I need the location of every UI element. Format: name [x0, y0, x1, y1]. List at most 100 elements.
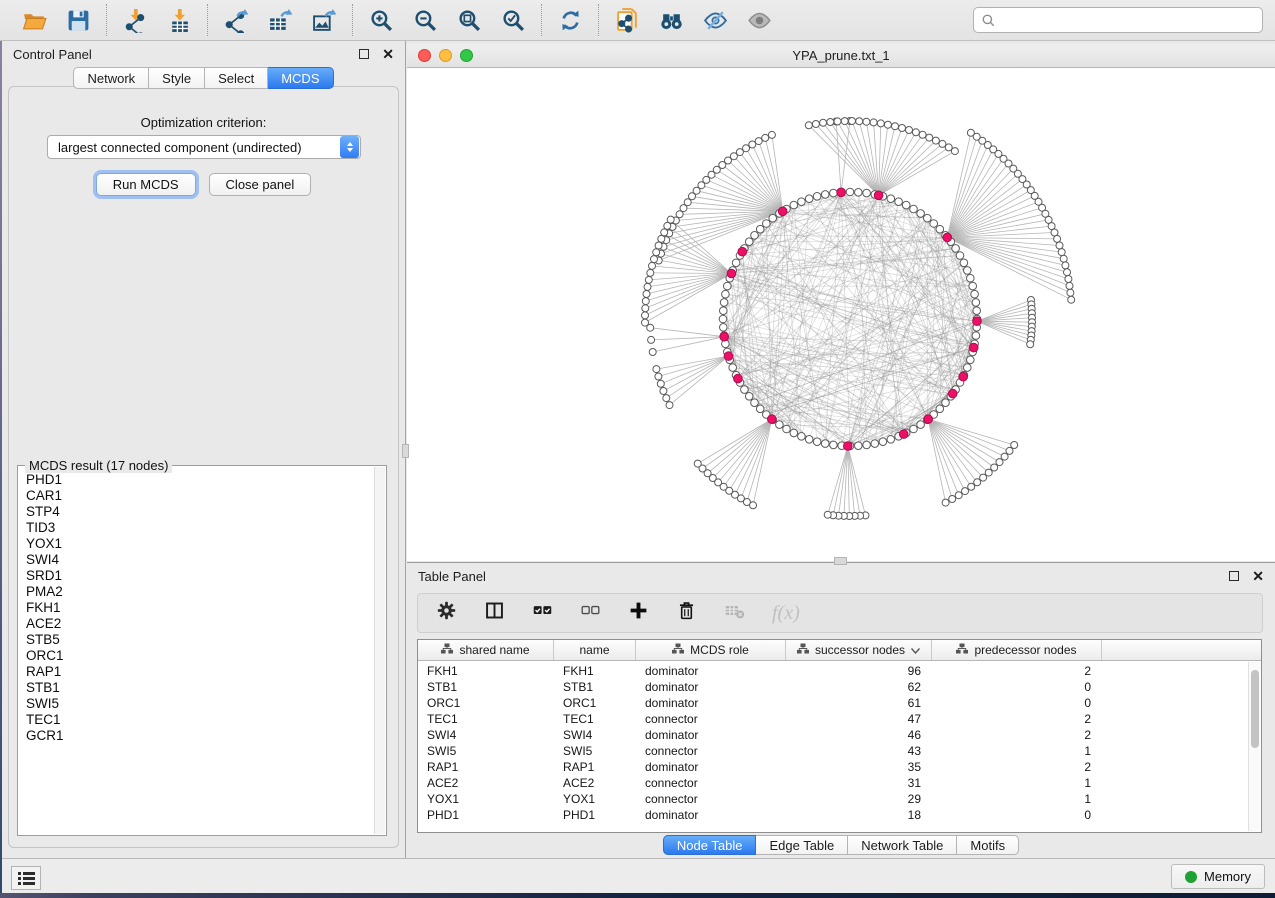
column-header-name[interactable]: name — [554, 640, 636, 660]
run-mcds-button[interactable]: Run MCDS — [96, 173, 196, 196]
table-row[interactable]: YOX1YOX1connector291 — [418, 791, 1261, 807]
cell: ORC1 — [418, 696, 554, 710]
close-icon[interactable]: ✕ — [1252, 571, 1264, 581]
tab-motifs[interactable]: Motifs — [957, 835, 1019, 855]
mcds-result-list[interactable]: PHD1CAR1STP4TID3YOX1SWI4SRD1PMA2FKH1ACE2… — [20, 472, 373, 833]
memory-button[interactable]: Memory — [1171, 864, 1265, 889]
zoom-selected-button[interactable] — [495, 4, 531, 36]
mcds-result-scrollbar[interactable] — [374, 467, 385, 834]
tab-edge-table[interactable]: Edge Table — [756, 835, 848, 855]
table-scrollbar-thumb[interactable] — [1251, 670, 1259, 748]
import-network-button[interactable] — [117, 4, 153, 36]
search-binoculars-button[interactable] — [653, 4, 689, 36]
network-canvas[interactable] — [407, 68, 1275, 561]
mcds-result-node[interactable]: GCR1 — [20, 728, 373, 744]
cell: connector — [636, 776, 786, 790]
table-row[interactable]: SWI4SWI4dominator462 — [418, 727, 1261, 743]
sort-desc-icon — [911, 643, 920, 657]
network-document-button[interactable] — [609, 4, 645, 36]
optimization-criterion-select[interactable]: largest connected component (undirected) — [47, 135, 361, 159]
attribute-tree-icon — [672, 643, 684, 657]
column-header-predecessor-nodes[interactable]: predecessor nodes — [932, 640, 1102, 660]
mcds-result-node[interactable]: FKH1 — [20, 600, 373, 616]
zoom-fit-button[interactable] — [451, 4, 487, 36]
mcds-result-node[interactable]: SWI5 — [20, 696, 373, 712]
cell: YOX1 — [418, 792, 554, 806]
attribute-tree-icon — [441, 643, 453, 657]
mcds-result-node[interactable]: PHD1 — [20, 472, 373, 488]
tab-network[interactable]: Network — [73, 67, 149, 89]
float-window-icon[interactable] — [359, 49, 369, 59]
cell: ACE2 — [418, 776, 554, 790]
mcds-result-node[interactable]: YOX1 — [20, 536, 373, 552]
control-panel-title: Control Panel — [13, 47, 92, 62]
panel-divider-grip-horizontal[interactable] — [834, 557, 847, 565]
zoom-out-button[interactable] — [407, 4, 443, 36]
export-image-button[interactable] — [306, 4, 342, 36]
tab-mcds[interactable]: MCDS — [268, 67, 333, 89]
network-window-titlebar[interactable]: YPA_prune.txt_1 — [407, 44, 1275, 68]
close-icon[interactable]: ✕ — [382, 49, 394, 59]
mcds-result-node[interactable]: RAP1 — [20, 664, 373, 680]
gear-button[interactable] — [436, 600, 457, 626]
open-session-button[interactable] — [16, 4, 52, 36]
mcds-result-node[interactable]: STP4 — [20, 504, 373, 520]
delete-column-icon — [676, 600, 697, 626]
status-menu-button[interactable] — [11, 866, 41, 890]
column-header-MCDS-role[interactable]: MCDS role — [636, 640, 786, 660]
close-panel-button[interactable]: Close panel — [209, 173, 312, 196]
tab-network-table[interactable]: Network Table — [848, 835, 957, 855]
refresh-layout-button[interactable] — [552, 4, 588, 36]
hide-annotations-button[interactable] — [697, 4, 733, 36]
mcds-result-node[interactable]: CAR1 — [20, 488, 373, 504]
table-row[interactable]: PHD1PHD1dominator180 — [418, 807, 1261, 823]
table-row[interactable]: TEC1TEC1connector472 — [418, 711, 1261, 727]
table-row[interactable]: RAP1RAP1dominator352 — [418, 759, 1261, 775]
panel-divider-grip-vertical[interactable] — [402, 444, 409, 458]
mcds-result-node[interactable]: TEC1 — [20, 712, 373, 728]
search-box[interactable] — [973, 7, 1263, 33]
mcds-result-node[interactable]: TID3 — [20, 520, 373, 536]
function-button: f(x) — [772, 602, 800, 625]
network-view-panel: YPA_prune.txt_1 — [407, 41, 1275, 562]
mcds-result-node[interactable]: PMA2 — [20, 584, 373, 600]
split-columns-button[interactable] — [484, 600, 505, 626]
column-header-successor-nodes[interactable]: successor nodes — [786, 640, 932, 660]
search-input[interactable] — [1001, 13, 1262, 28]
tab-style[interactable]: Style — [149, 67, 205, 89]
cell: 2 — [932, 664, 1102, 678]
table-row[interactable]: ACE2ACE2connector311 — [418, 775, 1261, 791]
table-panel: Table Panel ✕ f(x) shared namenameMCDS r… — [407, 562, 1275, 858]
select-all-checkboxes-button[interactable] — [532, 600, 553, 626]
float-window-icon[interactable] — [1229, 571, 1239, 581]
clear-selection-checkboxes-button[interactable] — [580, 600, 601, 626]
cell: dominator — [636, 808, 786, 822]
save-session-button[interactable] — [60, 4, 96, 36]
zoom-in-button[interactable] — [363, 4, 399, 36]
tab-node-table[interactable]: Node Table — [663, 835, 757, 855]
tab-select[interactable]: Select — [205, 67, 268, 89]
table-row[interactable]: STB1STB1dominator620 — [418, 679, 1261, 695]
mcds-result-node[interactable]: STB1 — [20, 680, 373, 696]
table-row[interactable]: SWI5SWI5connector431 — [418, 743, 1261, 759]
mcds-result-node[interactable]: ORC1 — [20, 648, 373, 664]
add-column-button[interactable] — [628, 600, 649, 626]
import-table-button[interactable] — [161, 4, 197, 36]
column-header-shared-name[interactable]: shared name — [418, 640, 554, 660]
export-network-button[interactable] — [218, 4, 254, 36]
mcds-result-node[interactable]: ACE2 — [20, 616, 373, 632]
cell: 47 — [786, 712, 932, 726]
mcds-result-node[interactable]: SRD1 — [20, 568, 373, 584]
table-scrollbar[interactable] — [1248, 662, 1260, 831]
mcds-result-node[interactable]: STB5 — [20, 632, 373, 648]
table-row[interactable]: FKH1FKH1dominator962 — [418, 663, 1261, 679]
cell: 0 — [932, 680, 1102, 694]
mcds-result-node[interactable]: SWI4 — [20, 552, 373, 568]
delete-column-button[interactable] — [676, 600, 697, 626]
show-graphics-eye-button[interactable] — [741, 4, 777, 36]
table-row[interactable]: ORC1ORC1dominator610 — [418, 695, 1261, 711]
export-network-icon — [224, 8, 249, 33]
table-panel-title: Table Panel — [418, 569, 486, 584]
cell: YOX1 — [554, 792, 636, 806]
export-table-button[interactable] — [262, 4, 298, 36]
